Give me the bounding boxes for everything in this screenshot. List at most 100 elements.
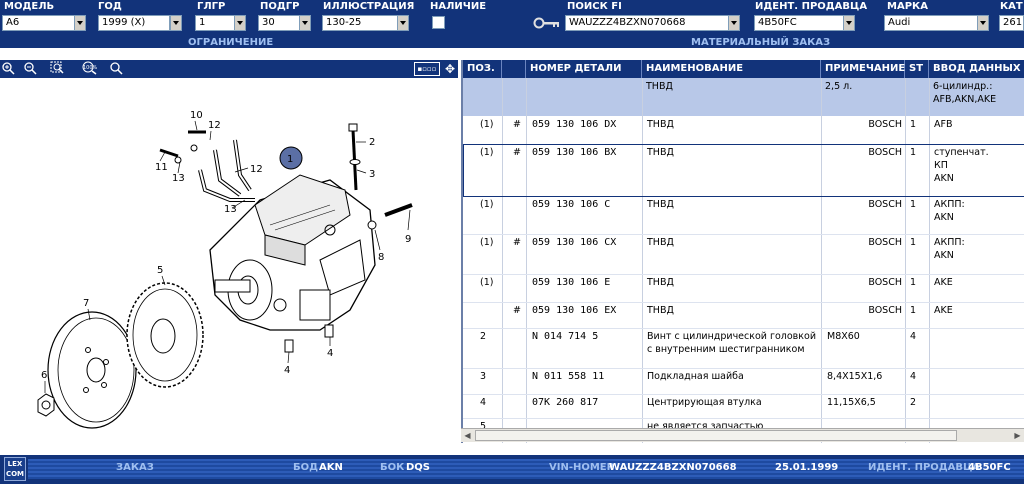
col-header-name[interactable]: НАИМЕНОВАНИЕ [642,60,821,78]
row-note [824,144,904,148]
gear-part[interactable] [126,282,204,388]
row-part-number [529,418,641,422]
summary-name: ТНВД [646,81,673,92]
table-row[interactable]: (1) #059 130 106 CX ТНВД BOSCH 1 АКПП: AKN [463,234,1024,275]
illustration-dropdown-arrow-icon[interactable] [397,15,409,31]
zoom-out-icon[interactable] [22,61,38,77]
year-dropdown-arrow-icon[interactable] [170,15,182,31]
row-name: ТНВД [647,305,674,316]
callout-1[interactable]: 1 [287,154,293,165]
row-pos: (1) [480,277,494,288]
col-header-part-number[interactable]: НОМЕР ДЕТАЛИ [526,60,642,78]
table-row[interactable]: (1) 059 130 106 C ТНВД BOSCH 1 АКПП: AKN [463,196,1024,235]
row-note [824,234,904,238]
model-select[interactable]: A6 [2,15,76,31]
search-fi-input[interactable]: WAUZZZ4BZXN070668 [565,15,729,31]
row-pos: 4 [480,397,487,408]
key-icon[interactable] [533,16,561,30]
pulley-part[interactable] [47,311,137,429]
bod-value: AKN [319,462,343,473]
row-input: АКПП: AKN [934,237,965,261]
cat-field[interactable]: 261 [999,15,1024,31]
dealer-id-footer-label: ИДЕНТ. ПРОДАВЦА [868,462,981,473]
year-select[interactable]: 1999 (X) [98,15,170,31]
callout-12-top[interactable]: 12 [208,120,221,131]
horizontal-scrollbar[interactable]: ◀ ▶ [461,428,1024,442]
table-row[interactable]: (1) #059 130 106 DX ТНВД BOSCH 1 AFB [463,116,1024,145]
row-part-number: 059 130 106 DX [532,119,617,130]
scrollbar-thumb[interactable] [475,430,957,441]
row-st: 4 [910,371,917,382]
exploded-view-diagram[interactable]: 10 12 11 13 12 1 2 3 13 5 9 8 7 4 4 6 [0,80,458,440]
col-header-mark[interactable] [502,60,526,78]
callout-13-left[interactable]: 13 [172,173,185,184]
main-group-select[interactable]: 1 [195,15,235,31]
zoom-in-icon[interactable] [0,61,16,77]
callout-8[interactable]: 8 [378,252,384,263]
callout-9[interactable]: 9 [405,234,411,245]
row-name: Центрирующая втулка [647,397,762,408]
callout-11[interactable]: 11 [155,162,168,173]
model-label: МОДЕЛЬ [4,1,55,12]
table-row[interactable]: 2 N 014 714 5 Винт с цилиндрической головк… [463,328,1024,369]
row-st: 1 [910,199,917,210]
material-order-label: МАТЕРИАЛЬНЫЙ ЗАКАЗ [691,37,831,48]
callout-3[interactable]: 3 [369,169,375,180]
row-input [931,368,1024,372]
col-header-input[interactable]: ВВОД ДАННЫХ ПО [929,60,1024,78]
col-header-st[interactable]: ST [905,60,929,78]
scroll-left-icon[interactable]: ◀ [461,429,474,442]
model-dropdown-arrow-icon[interactable] [74,15,86,31]
brand-dropdown-arrow-icon[interactable] [977,15,989,31]
table-row[interactable]: (1) 059 130 106 E ТНВД BOSCH 1 AKE [463,274,1024,303]
cat-label: КАТ [1000,1,1023,12]
callout-4-left[interactable]: 4 [284,365,290,376]
col-header-note[interactable]: ПРИМЕЧАНИЕ [821,60,905,78]
dealer-id-select[interactable]: 4B50FC [754,15,844,31]
callout-6[interactable]: 6 [41,370,47,381]
scroll-right-icon[interactable]: ▶ [1011,429,1024,442]
search-fi-dropdown-arrow-icon[interactable] [728,15,740,31]
main-group-dropdown-arrow-icon[interactable] [234,15,246,31]
col-header-pos[interactable]: ПОЗ. [463,60,502,78]
table-row[interactable]: #059 130 106 EX ТНВД BOSCH 1 AKE [463,302,1024,329]
row-part-number: N 011 558 11 [532,371,605,382]
fuel-lines[interactable] [198,139,255,202]
summary-row[interactable]: ТНВД 2,5 л. 6-цилиндр.: AFB,AKN,AKE [463,78,1024,116]
callout-5[interactable]: 5 [157,265,163,276]
row-name: ТНВД [647,199,674,210]
callout-10[interactable]: 10 [190,110,203,121]
table-row[interactable]: 3 N 011 558 11 Подкладная шайба 8,4X15X1,6 4 [463,368,1024,395]
table-row[interactable]: (1) #059 130 106 BX ТНВД BOSCH 1 ступенчат. К… [463,144,1024,197]
nut-part[interactable] [37,393,55,417]
zoom-area-icon[interactable] [50,61,66,77]
callout-7[interactable]: 7 [83,298,89,309]
order-button[interactable]: ЗАКАЗ [116,462,154,473]
row-input: АКПП: AKN [934,199,965,223]
sub-group-dropdown-arrow-icon[interactable] [299,15,311,31]
illustration-select[interactable]: 130-25 [322,15,398,31]
dealer-id-footer-value: 4B50FC [968,462,1011,473]
row-mark: # [513,147,521,158]
brand-select[interactable]: Audi [884,15,978,31]
bok-label: БОК [380,462,405,473]
row-name: Винт с цилиндрической головкой с внутрен… [647,331,817,355]
zoom-100-icon[interactable]: 100% [78,61,100,77]
sub-group-select[interactable]: 30 [258,15,300,31]
callout-12-right[interactable]: 12 [250,164,263,175]
row-name: ТНВД [647,237,674,248]
magnifier-icon[interactable] [108,61,124,77]
view-toggle-button[interactable]: ▪▫▫▫ [414,62,440,76]
row-note: M8X60 [827,331,860,342]
row-input [931,328,1024,332]
availability-checkbox[interactable] [432,16,445,29]
callout-4-right[interactable]: 4 [327,348,333,359]
callout-13-bottom[interactable]: 13 [224,204,237,215]
sub-group-label: ПОДГР [260,1,300,12]
expand-arrows-icon[interactable]: ✥ [442,60,458,78]
callout-2[interactable]: 2 [369,137,375,148]
row-st: 1 [910,237,917,248]
row-pos: (1) [480,119,494,130]
table-row[interactable]: 4 07K 260 817 Центрирующая втулка 11,15X6,5… [463,394,1024,419]
dealer-id-dropdown-arrow-icon[interactable] [843,15,855,31]
